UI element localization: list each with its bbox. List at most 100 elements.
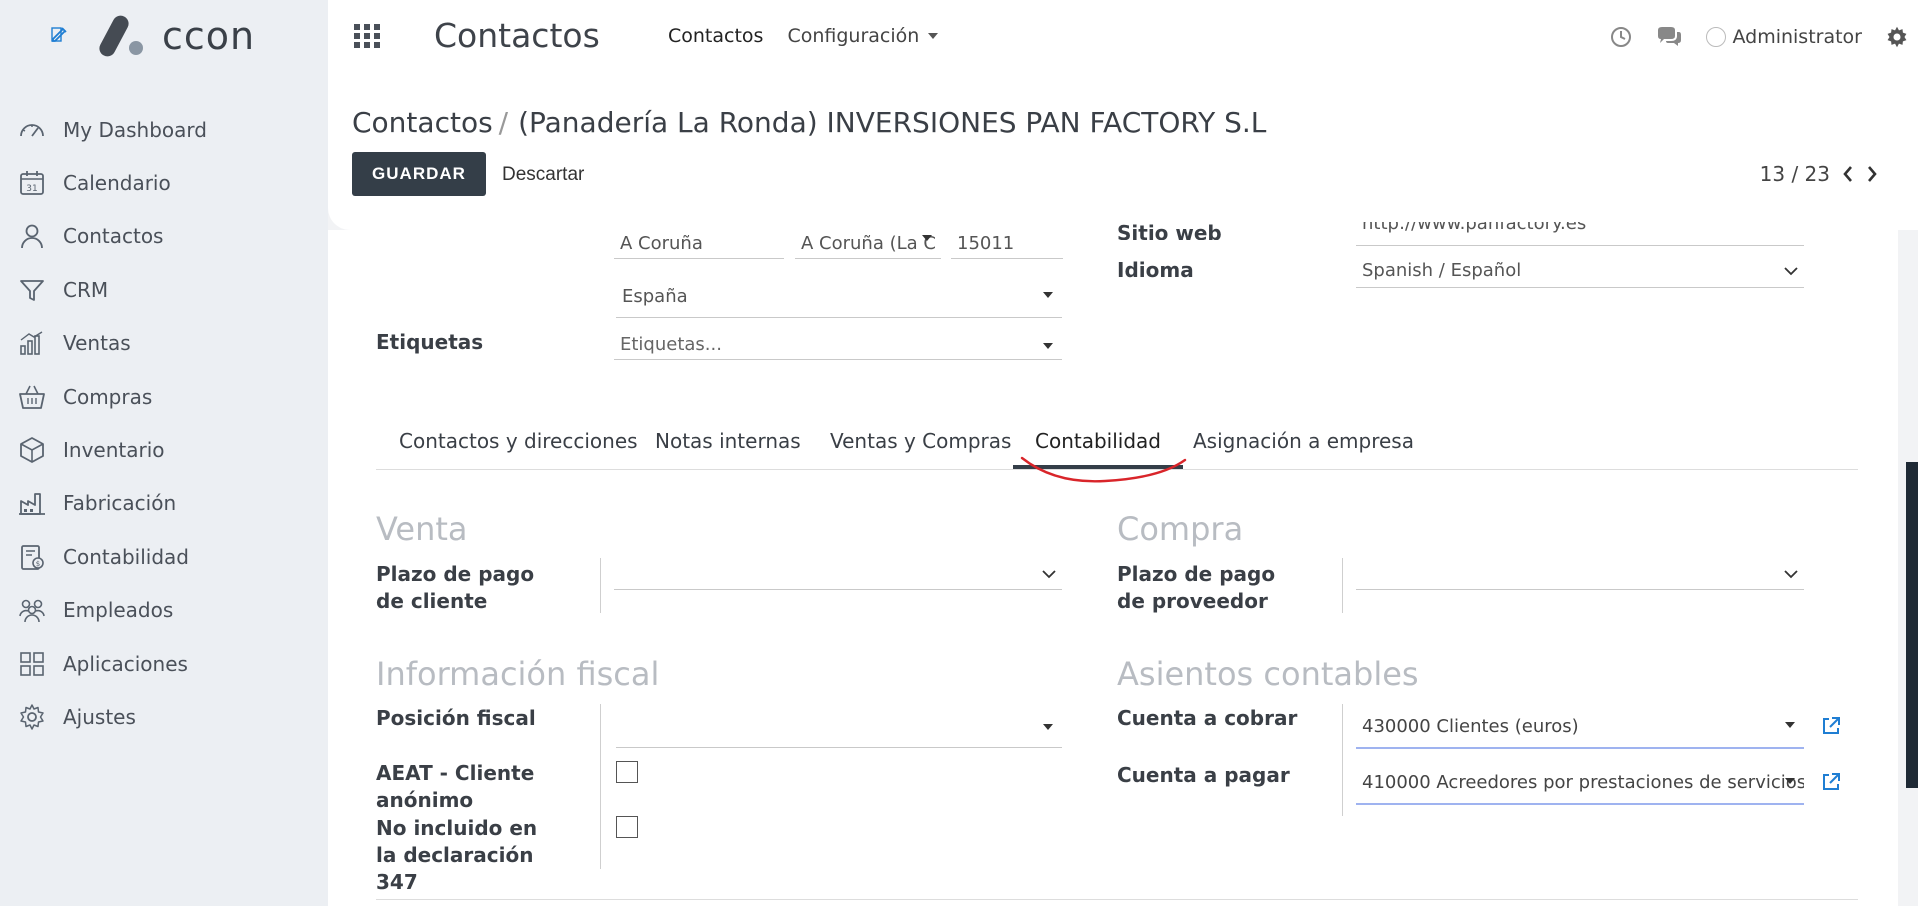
external-link-icon[interactable] <box>1821 772 1841 792</box>
city-field[interactable]: A Coruña <box>614 229 784 259</box>
basket-icon <box>19 385 45 409</box>
caret-down-icon <box>922 235 932 241</box>
zip-field[interactable]: 15011 <box>951 229 1063 259</box>
sidebar-item-empleados[interactable]: Empleados <box>0 584 328 637</box>
brand-logo[interactable]: ccon <box>98 12 255 60</box>
sidebar-item-label: Ventas <box>63 331 131 356</box>
tags-input[interactable]: Etiquetas... <box>614 330 1062 360</box>
excluded-347-checkbox[interactable] <box>616 816 638 838</box>
pager-value: 13 / 23 <box>1759 162 1830 186</box>
receivable-account-label: Cuenta a cobrar <box>1117 706 1298 730</box>
chevron-down-icon <box>1784 570 1798 579</box>
control-panel: Contactos / (Panadería La Ronda) INVERSION… <box>328 74 1918 230</box>
sidebar-item-fabricacion[interactable]: Fabricación <box>0 477 328 530</box>
customer-payment-term-select[interactable] <box>614 560 1062 590</box>
sidebar-item-label: Fabricación <box>63 491 177 516</box>
tab-notas-internas[interactable]: Notas internas <box>655 429 801 453</box>
state-value: A Coruña (La C <box>801 233 936 254</box>
sidebar-item-crm[interactable]: CRM <box>0 263 328 316</box>
divider <box>376 899 1858 900</box>
website-field[interactable]: http://www.panfactory.es <box>1356 222 1804 246</box>
breadcrumb-parent[interactable]: Contactos <box>352 106 493 139</box>
chevron-left-icon[interactable] <box>1842 165 1854 183</box>
tab-asignacion-empresa[interactable]: Asignación a empresa <box>1193 429 1414 453</box>
country-value: España <box>622 286 688 307</box>
divider <box>600 558 601 613</box>
chevron-down-icon <box>1784 267 1798 276</box>
menu-contactos[interactable]: Contactos <box>668 25 763 47</box>
svg-text:31: 31 <box>26 184 37 194</box>
language-value: Spanish / Español <box>1362 260 1522 281</box>
sidebar-item-label: My Dashboard <box>63 117 207 142</box>
supplier-payment-term-label: Plazo de pago de proveedor <box>1117 562 1276 613</box>
external-link-icon[interactable] <box>1821 716 1841 736</box>
section-compra-title: Compra <box>1117 510 1244 548</box>
caret-down-icon <box>928 33 939 39</box>
pager: 13 / 23 <box>1760 162 1878 186</box>
excluded-347-label: No incluido en la declaración 347 <box>376 816 538 894</box>
user-name: Administrator <box>1732 26 1862 48</box>
accounting-icon: $ <box>21 544 44 570</box>
payable-account-value: 410000 Acreedores por prestaciones de se… <box>1362 772 1804 793</box>
edit-icon[interactable] <box>50 24 70 48</box>
scrollbar-thumb[interactable] <box>1906 462 1918 788</box>
sidebar-item-label: CRM <box>63 277 109 302</box>
logo-text: ccon <box>162 14 256 58</box>
user-menu[interactable]: Administrator <box>1706 26 1862 48</box>
sidebar-item-ventas[interactable]: Ventas <box>0 317 328 370</box>
country-field[interactable]: España <box>616 280 1062 318</box>
state-field[interactable]: A Coruña (La C <box>795 229 941 259</box>
customer-payment-term-label: Plazo de pago de cliente <box>376 562 535 613</box>
sidebar-item-compras[interactable]: Compras <box>0 370 328 423</box>
sidebar-item-label: Compras <box>63 384 153 409</box>
sidebar-item-label: Aplicaciones <box>63 651 188 676</box>
tags-placeholder: Etiquetas... <box>620 334 722 355</box>
language-select[interactable]: Spanish / Español <box>1356 256 1804 288</box>
supplier-payment-term-select[interactable] <box>1356 560 1804 590</box>
divider <box>1342 704 1343 816</box>
top-navbar: Contactos Contactos Configuración Admini… <box>328 0 1918 74</box>
calendar-icon: 31 <box>20 171 44 195</box>
tab-ventas-compras[interactable]: Ventas y Compras <box>830 429 1011 453</box>
dashboard-icon <box>20 123 44 137</box>
team-icon <box>19 599 45 623</box>
sidebar-item-contabilidad[interactable]: $ Contabilidad <box>0 530 328 583</box>
chat-icon[interactable] <box>1656 26 1682 48</box>
language-label: Idioma <box>1117 258 1194 282</box>
sidebar-item-dashboard[interactable]: My Dashboard <box>0 103 328 156</box>
chevron-right-icon[interactable] <box>1866 165 1878 183</box>
section-fiscal-title: Información fiscal <box>376 655 660 693</box>
user-icon <box>21 225 43 249</box>
sidebar-item-ajustes[interactable]: Ajustes <box>0 690 328 743</box>
box-icon <box>20 437 44 463</box>
receivable-account-select[interactable]: 430000 Clientes (euros) <box>1356 712 1804 749</box>
payable-account-select[interactable]: 410000 Acreedores por prestaciones de se… <box>1356 768 1804 805</box>
divider <box>1342 558 1343 613</box>
settings-gear-icon[interactable] <box>1886 26 1908 48</box>
sidebar-item-label: Ajustes <box>63 704 136 729</box>
tab-contactos-direcciones[interactable]: Contactos y direcciones <box>399 429 638 453</box>
sidebar-item-aplicaciones[interactable]: Aplicaciones <box>0 637 328 690</box>
discard-button[interactable]: Descartar <box>502 164 584 186</box>
caret-down-icon <box>1043 292 1053 298</box>
tab-contabilidad[interactable]: Contabilidad <box>1035 429 1161 453</box>
apps-grid-icon <box>20 651 44 676</box>
logo-mark-icon <box>99 15 143 57</box>
sidebar-item-inventario[interactable]: Inventario <box>0 423 328 476</box>
sidebar-item-label: Contactos <box>63 224 164 249</box>
aeat-anonymous-label: AEAT - Cliente anónimo <box>376 761 535 812</box>
section-venta-title: Venta <box>376 510 468 548</box>
divider <box>600 704 601 869</box>
save-button[interactable]: GUARDAR <box>352 152 486 196</box>
menu-configuracion[interactable]: Configuración <box>787 25 939 47</box>
sidebar-item-contactos[interactable]: Contactos <box>0 210 328 263</box>
clock-icon[interactable] <box>1610 26 1632 48</box>
sidebar-item-calendario[interactable]: 31 Calendario <box>0 156 328 209</box>
aeat-anonymous-checkbox[interactable] <box>616 761 638 783</box>
sidebar-item-label: Contabilidad <box>63 544 189 569</box>
apps-menu-icon[interactable] <box>354 24 380 52</box>
sidebar-item-label: Calendario <box>63 171 171 196</box>
breadcrumb: Contactos / (Panadería La Ronda) INVERSION… <box>352 106 1266 139</box>
fiscal-position-select[interactable] <box>616 710 1062 748</box>
fiscal-position-label: Posición fiscal <box>376 706 536 730</box>
